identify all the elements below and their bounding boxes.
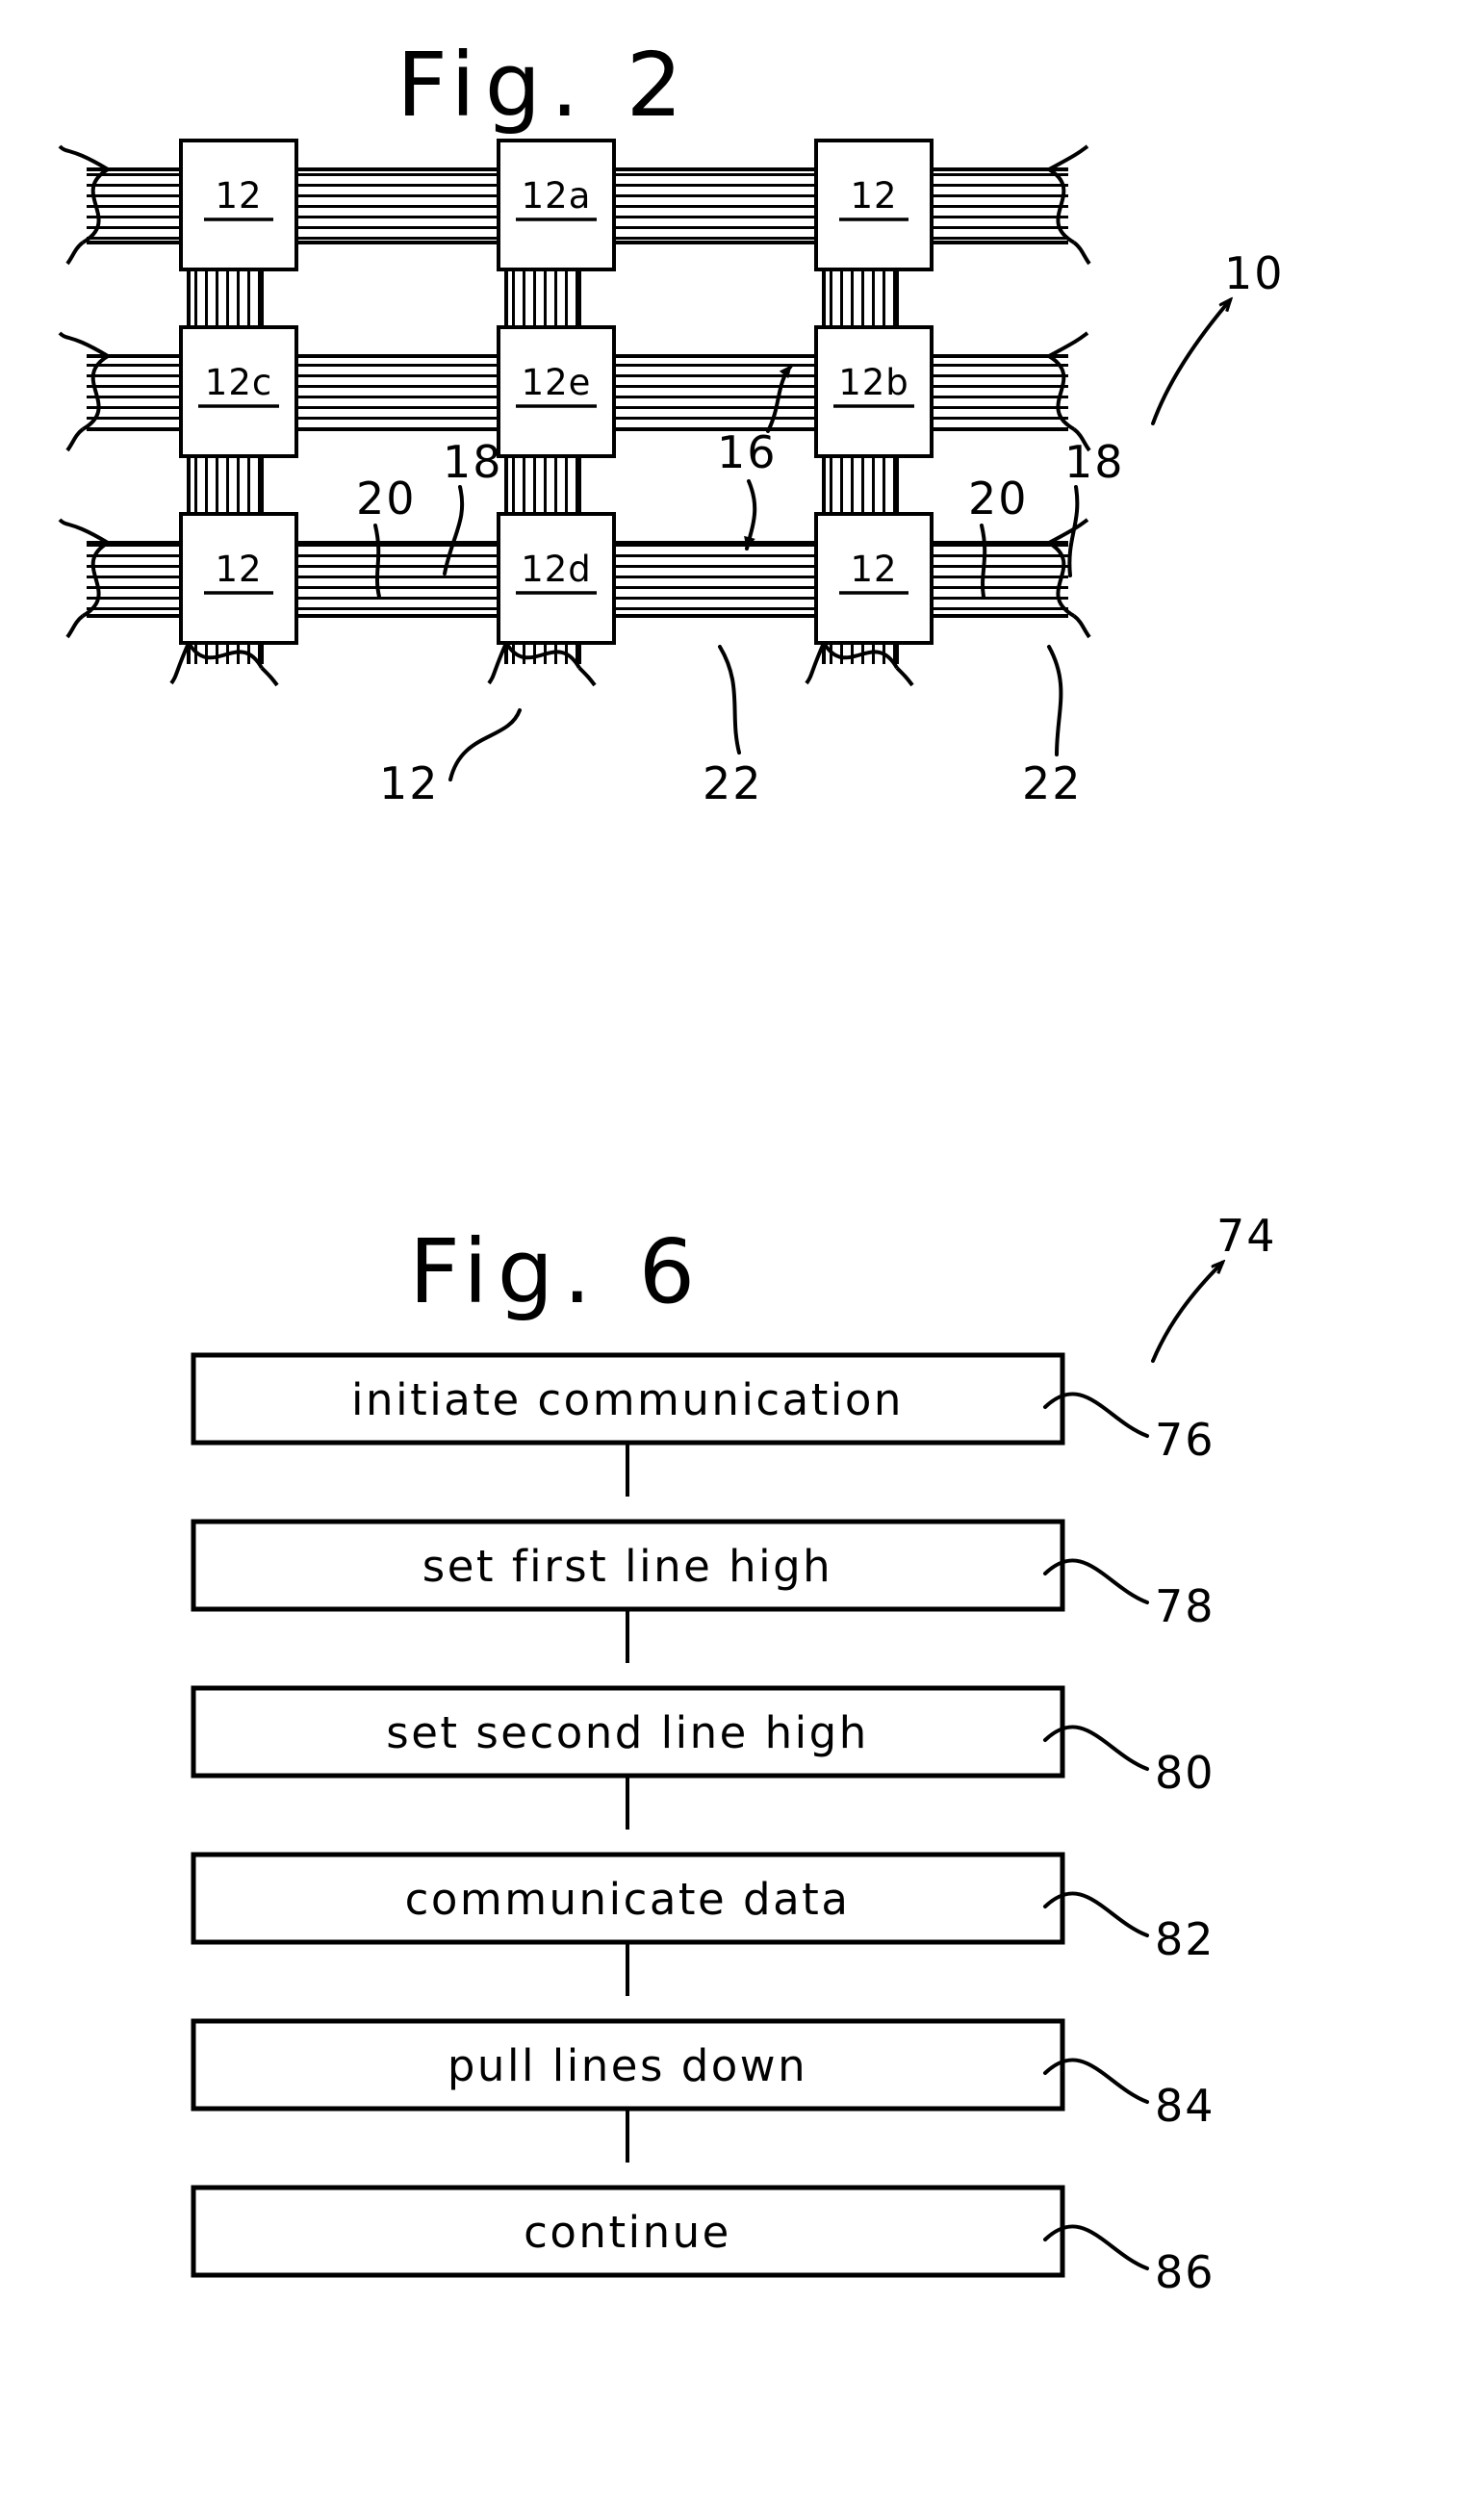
patent-drawing-sheet: Fig. 2 12 12a 12 12c 12e 12b 12 12d 12 1… <box>0 0 1484 2509</box>
callout-22-right-label: 22 <box>1022 757 1083 809</box>
callout-10-leader <box>1151 300 1230 425</box>
callout-84-label: 84 <box>1155 2080 1215 2132</box>
flow-step-label: set first line high <box>422 1541 832 1592</box>
callout-18-right-label: 18 <box>1064 436 1125 488</box>
node-label: 12 <box>215 549 262 590</box>
flow-step[interactable]: communicate data <box>191 1852 1065 1945</box>
flow-step[interactable]: continue <box>191 2185 1065 2278</box>
node-label: 12 <box>850 549 897 590</box>
flow-step-label: continue <box>524 2207 731 2258</box>
node-box[interactable]: 12 <box>179 139 298 271</box>
callout-18-left-label: 18 <box>443 436 503 488</box>
node-box[interactable]: 12e <box>497 325 616 458</box>
node-box[interactable]: 12a <box>497 139 616 271</box>
callout-74-leader <box>1151 1263 1222 1363</box>
flow-step-label: pull lines down <box>448 2040 807 2091</box>
flow-step[interactable]: set second line high <box>191 1685 1065 1779</box>
callout-82-label: 82 <box>1155 1913 1215 1965</box>
node-label: 12e <box>522 362 592 403</box>
callout-22-center-leader <box>718 645 741 755</box>
figure-2-title: Fig. 2 <box>397 34 692 137</box>
node-box[interactable]: 12 <box>814 139 934 271</box>
figure-6-title: Fig. 6 <box>409 1220 704 1323</box>
callout-16-label: 16 <box>717 426 778 478</box>
callout-20-right-label: 20 <box>968 473 1029 525</box>
flow-step[interactable]: initiate communication <box>191 1352 1065 1446</box>
drawing-canvas: Fig. 2 12 12a 12 12c 12e 12b 12 12d 12 1… <box>58 34 1285 2298</box>
node-label: 12a <box>522 175 592 217</box>
node-label: 12c <box>205 362 272 403</box>
node-label: 12b <box>838 362 909 403</box>
callout-80-label: 80 <box>1155 1747 1215 1799</box>
figure-6: Fig. 6 74 initiate communication 76 set … <box>191 1210 1277 2298</box>
node-box[interactable]: 12b <box>814 325 934 458</box>
flow-step-label: communicate data <box>405 1874 851 1925</box>
callout-76-label: 76 <box>1155 1414 1215 1466</box>
node-box[interactable]: 12d <box>497 512 616 645</box>
flow-step[interactable]: set first line high <box>191 1519 1065 1612</box>
callout-78-label: 78 <box>1155 1580 1215 1632</box>
flow-step-label: initiate communication <box>351 1374 904 1425</box>
node-label: 12d <box>521 549 592 590</box>
callout-16-leader-down <box>744 479 757 550</box>
callout-22-right-leader <box>1047 645 1063 756</box>
node-label: 12 <box>850 175 897 217</box>
node-box[interactable]: 12 <box>179 512 298 645</box>
figure-2: Fig. 2 12 12a 12 12c 12e 12b 12 12d 12 1… <box>58 34 1285 809</box>
flow-step[interactable]: pull lines down <box>191 2018 1065 2112</box>
callout-12-label: 12 <box>379 757 440 809</box>
callout-20-left-label: 20 <box>356 473 417 525</box>
callout-10-label: 10 <box>1224 247 1285 299</box>
callout-74-label: 74 <box>1216 1210 1277 1262</box>
node-label: 12 <box>215 175 262 217</box>
callout-12-leader <box>448 708 522 781</box>
flow-step-label: set second line high <box>386 1707 869 1758</box>
callout-86-label: 86 <box>1155 2246 1215 2298</box>
node-box[interactable]: 12 <box>814 512 934 645</box>
node-box[interactable]: 12c <box>179 325 298 458</box>
callout-22-center-label: 22 <box>703 757 763 809</box>
